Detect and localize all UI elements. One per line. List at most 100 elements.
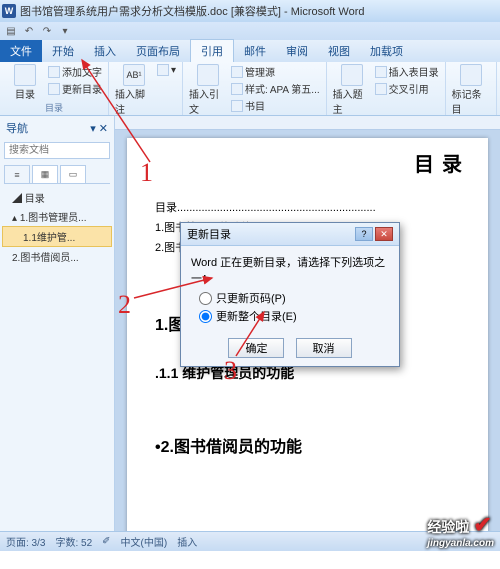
style-value: APA 第五... bbox=[270, 81, 320, 96]
tab-mailings[interactable]: 邮件 bbox=[234, 40, 276, 62]
btn-add-text-label: 添加文字 bbox=[62, 64, 102, 79]
manage-icon bbox=[231, 66, 243, 78]
status-lang[interactable]: 中文(中国) bbox=[121, 534, 168, 549]
btn-style[interactable]: 样式:APA 第五... bbox=[231, 81, 320, 96]
tree-item-2-label: 2.图书借阅员... bbox=[12, 253, 79, 264]
radio-update-pages[interactable]: 只更新页码(P) bbox=[199, 290, 389, 306]
toc-line-1: 目录......................................… bbox=[155, 199, 470, 215]
cancel-button[interactable]: 取消 bbox=[296, 338, 352, 358]
btn-cross-label: 交叉引用 bbox=[389, 81, 429, 96]
radio-pages-input[interactable] bbox=[199, 292, 212, 305]
qat-undo-icon[interactable]: ↶ bbox=[22, 24, 36, 38]
tree-item-2[interactable]: 2.图书借阅员... bbox=[2, 247, 112, 266]
dialog-titlebar: 更新目录 ? ✕ bbox=[181, 223, 399, 246]
btn-figure-list[interactable]: 插入表目录 bbox=[375, 64, 439, 79]
status-words: 字数: 52 bbox=[55, 534, 92, 549]
nav-close-icon[interactable]: ▾ ✕ bbox=[90, 122, 108, 135]
tab-view[interactable]: 视图 bbox=[318, 40, 360, 62]
heading-2: •2.图书借阅员的功能 bbox=[155, 433, 470, 457]
mark-entry-icon bbox=[460, 64, 482, 86]
chevron-icon bbox=[157, 64, 169, 76]
ruler[interactable] bbox=[115, 116, 500, 130]
nav-tree: ◢ 目录 ▴ 1.图书管理员... 1.1维护管... 2.图书借阅员... bbox=[0, 184, 114, 270]
tab-file[interactable]: 文件 bbox=[0, 40, 42, 62]
btn-insert-footnote[interactable]: AB¹ 插入脚注 bbox=[115, 64, 153, 116]
ribbon-group-index: 标记条目 索引 bbox=[446, 62, 497, 115]
nav-title: 导航 bbox=[6, 120, 28, 136]
dialog-title: 更新目录 bbox=[187, 226, 231, 242]
tree-item-1-1[interactable]: 1.1维护管... bbox=[2, 226, 112, 247]
status-lang-icon[interactable]: ✐ bbox=[102, 536, 110, 547]
btn-update-toc-label: 更新目录 bbox=[62, 81, 102, 96]
btn-add-text[interactable]: 添加文字 bbox=[48, 64, 102, 79]
watermark: 经验啦✔ jingyanla.com bbox=[427, 512, 494, 549]
footnote-arrow: ▾ bbox=[171, 65, 176, 76]
btn-toc-label: 目录 bbox=[15, 86, 35, 101]
tab-layout[interactable]: 页面布局 bbox=[126, 40, 190, 62]
btn-update-toc[interactable]: 更新目录 bbox=[48, 81, 102, 96]
ribbon: 目录 添加文字 更新目录 目录 AB¹ 插入脚注 ▾ 脚注 插入引文 bbox=[0, 62, 500, 116]
crossref-icon bbox=[375, 83, 387, 95]
btn-toc[interactable]: 目录 bbox=[6, 64, 44, 101]
tab-home[interactable]: 开始 bbox=[42, 40, 84, 62]
search-input[interactable] bbox=[4, 142, 110, 159]
btn-insert-citation[interactable]: 插入引文 bbox=[189, 64, 227, 116]
tab-references[interactable]: 引用 bbox=[190, 39, 234, 62]
tree-root[interactable]: ◢ 目录 bbox=[2, 188, 112, 207]
tab-insert[interactable]: 插入 bbox=[84, 40, 126, 62]
nav-tab-headings[interactable]: ≡ bbox=[4, 165, 30, 183]
qat-dropdown-icon[interactable]: ▾ bbox=[58, 24, 72, 38]
add-text-icon bbox=[48, 66, 60, 78]
btn-mark-entry[interactable]: 标记条目 bbox=[452, 64, 490, 116]
ribbon-group-citation: 插入引文 管理源 样式:APA 第五... 书目 引文与书目 bbox=[183, 62, 327, 115]
btn-figlist-label: 插入表目录 bbox=[389, 64, 439, 79]
annotation-3: 3 bbox=[224, 356, 237, 386]
title-bar: W 图书馆管理系统用户需求分析文档模版.doc [兼容模式] - Microso… bbox=[0, 0, 500, 22]
annotation-2: 2 bbox=[118, 290, 131, 320]
navigation-pane: 导航 ▾ ✕ ≡ ▦ ▭ ◢ 目录 ▴ 1.图书管理员... 1.1维护管...… bbox=[0, 116, 115, 531]
btn-biblio-label: 书目 bbox=[245, 98, 265, 113]
group-label-toc: 目录 bbox=[6, 101, 102, 115]
tab-addins[interactable]: 加载项 bbox=[360, 40, 413, 62]
status-bar: 页面: 3/3 字数: 52 ✐ 中文(中国) 插入 bbox=[0, 531, 500, 551]
radio-pages-label: 只更新页码(P) bbox=[216, 290, 286, 306]
tab-review[interactable]: 审阅 bbox=[276, 40, 318, 62]
btn-insert-footnote-label: 插入脚注 bbox=[115, 86, 153, 116]
radio-update-all[interactable]: 更新整个目录(E) bbox=[199, 308, 389, 324]
btn-insert-caption[interactable]: 插入题主 bbox=[333, 64, 371, 116]
btn-manage-label: 管理源 bbox=[245, 64, 275, 79]
dialog-close-icon[interactable]: ✕ bbox=[375, 227, 393, 241]
ok-button[interactable]: 确定 bbox=[228, 338, 284, 358]
nav-tab-results[interactable]: ▭ bbox=[60, 165, 86, 183]
ribbon-group-footnote: AB¹ 插入脚注 ▾ 脚注 bbox=[109, 62, 183, 115]
btn-manage-sources[interactable]: 管理源 bbox=[231, 64, 320, 79]
ribbon-group-caption: 插入题主 插入表目录 交叉引用 题注 bbox=[327, 62, 446, 115]
footnote-icon: AB¹ bbox=[123, 64, 145, 86]
btn-bibliography[interactable]: 书目 bbox=[231, 98, 320, 113]
qat-save-icon[interactable]: ▤ bbox=[4, 24, 18, 38]
dialog-help-icon[interactable]: ? bbox=[355, 227, 373, 241]
dialog-hint: Word 正在更新目录，请选择下列选项之一： bbox=[191, 254, 389, 286]
figlist-icon bbox=[375, 66, 387, 78]
annotation-1: 1 bbox=[140, 158, 153, 188]
quick-access-toolbar: ▤ ↶ ↷ ▾ bbox=[0, 22, 500, 40]
status-page: 页面: 3/3 bbox=[6, 534, 45, 549]
footnote-next[interactable]: ▾ bbox=[157, 64, 176, 76]
tree-item-1-1-label: 1.1维护管... bbox=[23, 233, 75, 244]
biblio-icon bbox=[231, 100, 243, 112]
radio-all-label: 更新整个目录(E) bbox=[216, 308, 297, 324]
caption-icon bbox=[341, 64, 363, 86]
tree-root-label: 目录 bbox=[25, 194, 45, 205]
ribbon-group-toc: 目录 添加文字 更新目录 目录 bbox=[0, 62, 109, 115]
toc-icon bbox=[14, 64, 36, 86]
window-title: 图书馆管理系统用户需求分析文档模版.doc [兼容模式] - Microsoft… bbox=[20, 3, 365, 19]
tree-item-1[interactable]: ▴ 1.图书管理员... bbox=[2, 207, 112, 226]
nav-tab-pages[interactable]: ▦ bbox=[32, 165, 58, 183]
dialog-body: Word 正在更新目录，请选择下列选项之一： 只更新页码(P) 更新整个目录(E… bbox=[181, 246, 399, 332]
qat-redo-icon[interactable]: ↷ bbox=[40, 24, 54, 38]
radio-all-input[interactable] bbox=[199, 310, 212, 323]
btn-mark-entry-label: 标记条目 bbox=[452, 86, 490, 116]
watermark-brand: 经验啦 bbox=[427, 519, 469, 535]
status-mode: 插入 bbox=[177, 534, 197, 549]
btn-cross-ref[interactable]: 交叉引用 bbox=[375, 81, 439, 96]
